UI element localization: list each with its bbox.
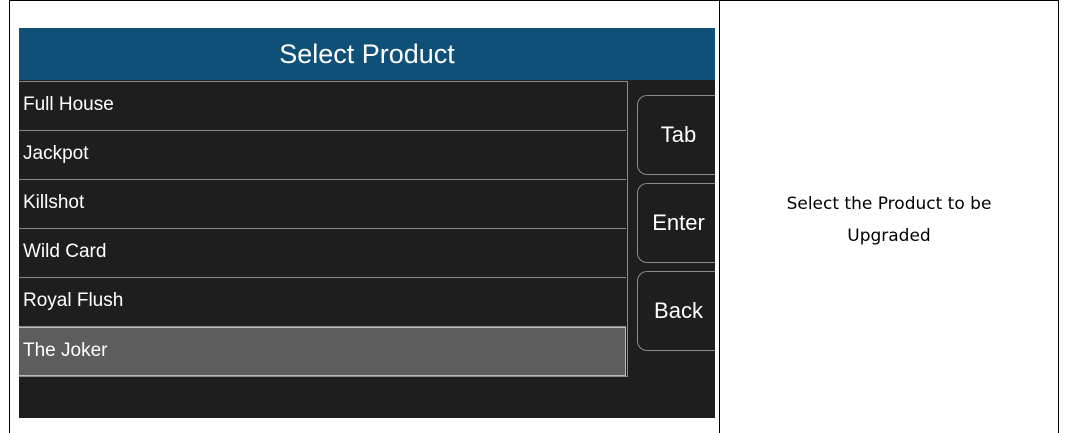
product-item-wild-card[interactable]: Wild Card	[19, 229, 626, 278]
product-item-the-joker[interactable]: The Joker	[19, 327, 626, 376]
screen-title: Select Product	[19, 28, 715, 80]
enter-button[interactable]: Enter	[637, 183, 715, 263]
tab-button[interactable]: Tab	[637, 95, 715, 175]
product-item-killshot[interactable]: Killshot	[19, 180, 626, 229]
instruction-line-1: Select the Product to be	[786, 194, 992, 214]
instruction-line-2: Upgraded	[847, 226, 931, 246]
back-button[interactable]: Back	[637, 271, 715, 351]
product-list: Full House Jackpot Killshot Wild Card Ro…	[19, 81, 628, 377]
table-column-divider	[719, 0, 720, 433]
instruction-text: Select the Product to be Upgraded	[730, 188, 1048, 252]
product-item-jackpot[interactable]: Jackpot	[19, 131, 626, 180]
product-item-full-house[interactable]: Full House	[19, 82, 626, 131]
device-screen: Select Product Full House Jackpot Killsh…	[19, 28, 715, 418]
product-item-royal-flush[interactable]: Royal Flush	[19, 278, 626, 327]
